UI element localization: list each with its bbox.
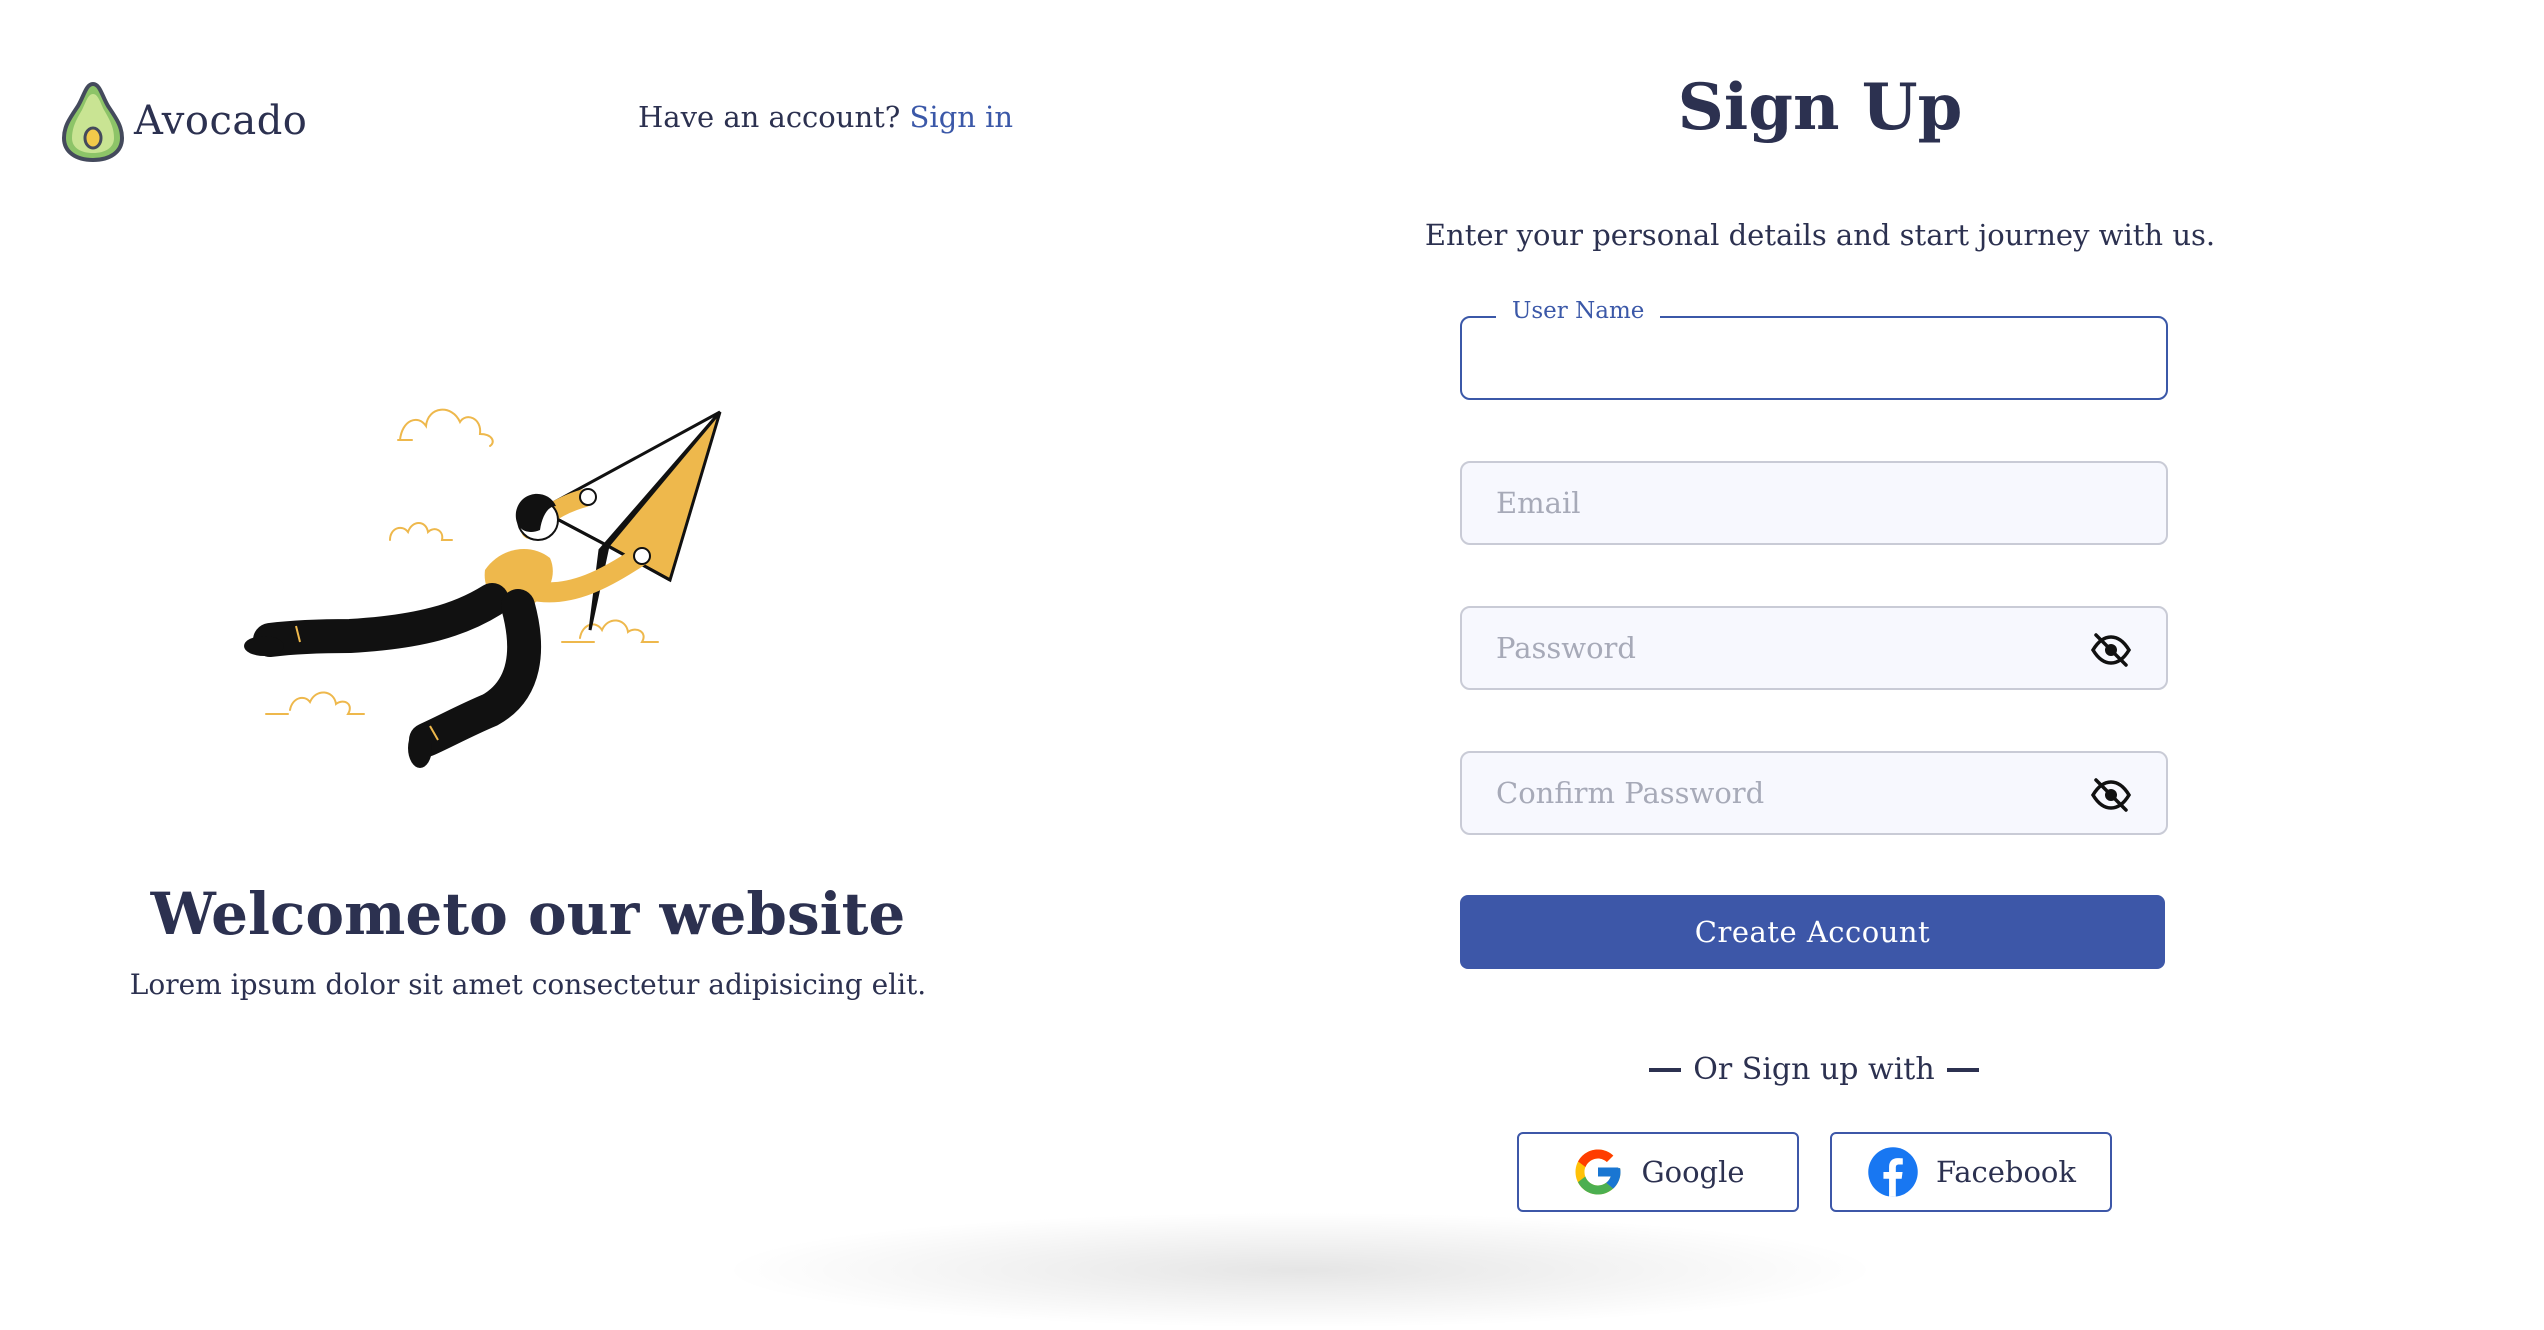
facebook-label: Facebook [1936, 1155, 2076, 1189]
avocado-icon [61, 81, 125, 162]
have-account-text: Have an account? [638, 100, 901, 134]
welcome-title: Welcometo our website [150, 880, 906, 948]
password-field[interactable] [1460, 606, 2168, 690]
page-title: Sign Up [1677, 70, 1963, 145]
bottom-shadow [700, 1210, 1900, 1330]
google-signup-button[interactable]: Google [1517, 1132, 1799, 1212]
email-field[interactable] [1460, 461, 2168, 545]
divider-line [1946, 1067, 1979, 1072]
username-input[interactable] [1494, 318, 2054, 398]
google-icon [1575, 1149, 1621, 1195]
facebook-icon [1868, 1147, 1918, 1197]
confirm-password-input[interactable] [1494, 753, 2054, 833]
have-account-prompt: Have an account? Sign in [638, 100, 1013, 134]
facebook-signup-button[interactable]: Facebook [1830, 1132, 2112, 1212]
social-divider: Or Sign up with [1460, 1052, 2168, 1087]
eye-off-icon[interactable] [2090, 632, 2132, 668]
welcome-subtitle: Lorem ipsum dolor sit amet consectetur a… [129, 968, 927, 1001]
paper-plane-illustration [244, 408, 722, 768]
create-account-button[interactable]: Create Account [1460, 895, 2165, 969]
google-label: Google [1641, 1155, 1745, 1189]
brand-logo[interactable]: Avocado [60, 80, 307, 162]
brand-name: Avocado [134, 98, 308, 144]
confirm-password-field[interactable] [1460, 751, 2168, 835]
email-input[interactable] [1494, 463, 2054, 543]
sign-in-link[interactable]: Sign in [910, 100, 1014, 134]
signup-subtitle: Enter your personal details and start jo… [1424, 218, 2216, 252]
divider-text: Or Sign up with [1693, 1052, 1935, 1087]
password-input[interactable] [1494, 608, 2054, 688]
divider-line [1649, 1067, 1682, 1072]
eye-off-icon[interactable] [2090, 777, 2132, 813]
username-field[interactable]: User Name [1460, 298, 2168, 400]
